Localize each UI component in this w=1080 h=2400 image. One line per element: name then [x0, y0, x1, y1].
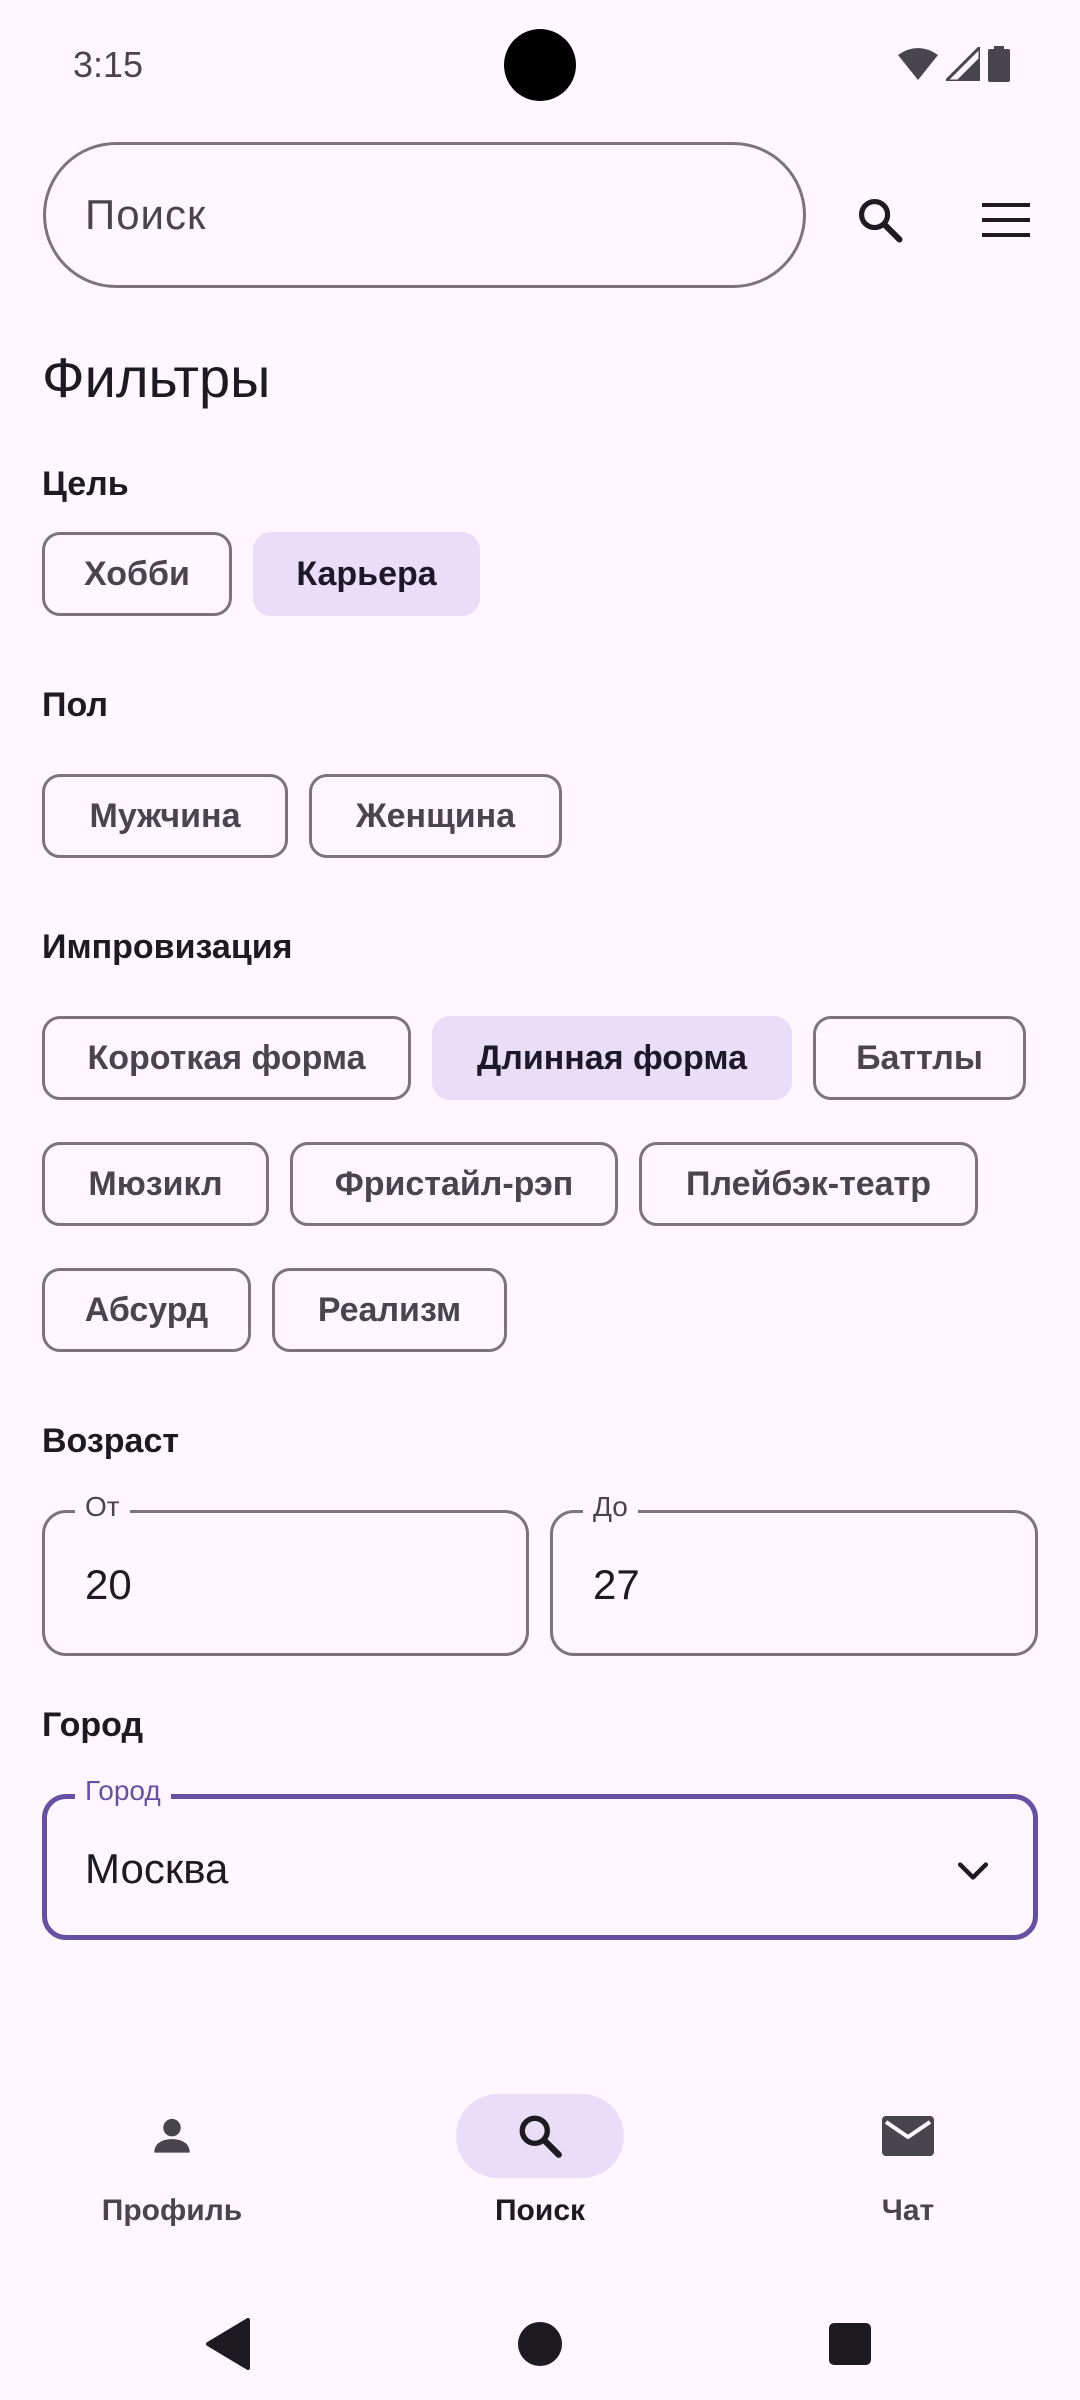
search-icon — [519, 2115, 562, 2158]
search-icon — [858, 198, 903, 243]
chip-battles[interactable]: Баттлы — [813, 1016, 1026, 1100]
back-triangle-icon — [206, 2318, 250, 2370]
status-time: 3:15 — [73, 44, 144, 85]
search-button[interactable] — [840, 180, 920, 260]
improv-section-label: Импровизация — [42, 928, 293, 966]
recents-button[interactable] — [818, 2312, 882, 2376]
home-circle-icon — [518, 2322, 562, 2366]
city-dropdown[interactable]: Город Москва — [42, 1775, 1038, 1940]
search-placeholder: Поиск — [85, 191, 207, 238]
nav-item-chat[interactable]: Чат — [788, 2094, 1028, 2234]
nav-profile-indicator — [88, 2094, 256, 2178]
home-button[interactable] — [508, 2312, 572, 2376]
age-from-field[interactable]: От 20 — [42, 1491, 529, 1656]
nav-profile-label: Профиль — [101, 2194, 243, 2227]
chevron-down-icon — [957, 1862, 989, 1880]
status-icons — [898, 46, 1010, 82]
nav-chat-indicator — [824, 2094, 992, 2178]
battery-icon — [988, 46, 1010, 82]
age-section-label: Возраст — [42, 1422, 180, 1460]
nav-item-search[interactable]: Поиск — [420, 2094, 660, 2234]
chip-female[interactable]: Женщина — [309, 774, 562, 858]
camera-cutout — [504, 29, 576, 101]
status-bar: 3:15 — [0, 0, 1080, 130]
nav-search-label: Поиск — [494, 2194, 586, 2227]
nav-item-profile[interactable]: Профиль — [52, 2094, 292, 2234]
chip-playback-theatre[interactable]: Плейбэк-театр — [639, 1142, 978, 1226]
menu-button[interactable] — [966, 180, 1046, 260]
filters-screen: 3:15 Поиск Фильтры Цель Хобби Карьера По… — [0, 0, 1080, 2400]
age-from-value: 20 — [85, 1561, 132, 1608]
bottom-nav: Профиль Поиск Чат — [0, 2070, 1080, 2260]
wifi-icon — [898, 48, 938, 80]
nav-chat-label: Чат — [881, 2194, 935, 2227]
chip-absurd[interactable]: Абсурд — [42, 1268, 251, 1352]
gender-section-label: Пол — [42, 686, 108, 724]
system-nav-bar — [0, 2290, 1080, 2400]
mail-icon — [882, 2116, 934, 2156]
chip-musical[interactable]: Мюзикл — [42, 1142, 269, 1226]
chip-hobby[interactable]: Хобби — [42, 532, 232, 616]
recents-square-icon — [829, 2323, 871, 2365]
back-button[interactable] — [196, 2312, 260, 2376]
page-title: Фильтры — [42, 346, 271, 409]
search-input[interactable]: Поиск — [43, 142, 806, 288]
age-from-label: От — [75, 1491, 130, 1523]
city-value: Москва — [85, 1845, 229, 1892]
chip-career[interactable]: Карьера — [253, 532, 480, 616]
age-to-label: До — [583, 1491, 638, 1523]
person-icon — [154, 2118, 190, 2153]
city-field-label: Город — [75, 1775, 171, 1807]
chip-freestyle-rap[interactable]: Фристайл-рэп — [290, 1142, 618, 1226]
chip-long-form[interactable]: Длинная форма — [432, 1016, 792, 1100]
age-to-field[interactable]: До 27 — [550, 1491, 1038, 1656]
chip-realism[interactable]: Реализм — [272, 1268, 507, 1352]
menu-icon — [982, 203, 1030, 237]
goal-section-label: Цель — [42, 465, 129, 503]
chip-short-form[interactable]: Короткая форма — [42, 1016, 411, 1100]
city-section-label: Город — [42, 1706, 144, 1744]
chip-male[interactable]: Мужчина — [42, 774, 288, 858]
signal-icon — [946, 47, 980, 81]
nav-search-indicator — [456, 2094, 624, 2178]
age-to-value: 27 — [593, 1561, 640, 1608]
